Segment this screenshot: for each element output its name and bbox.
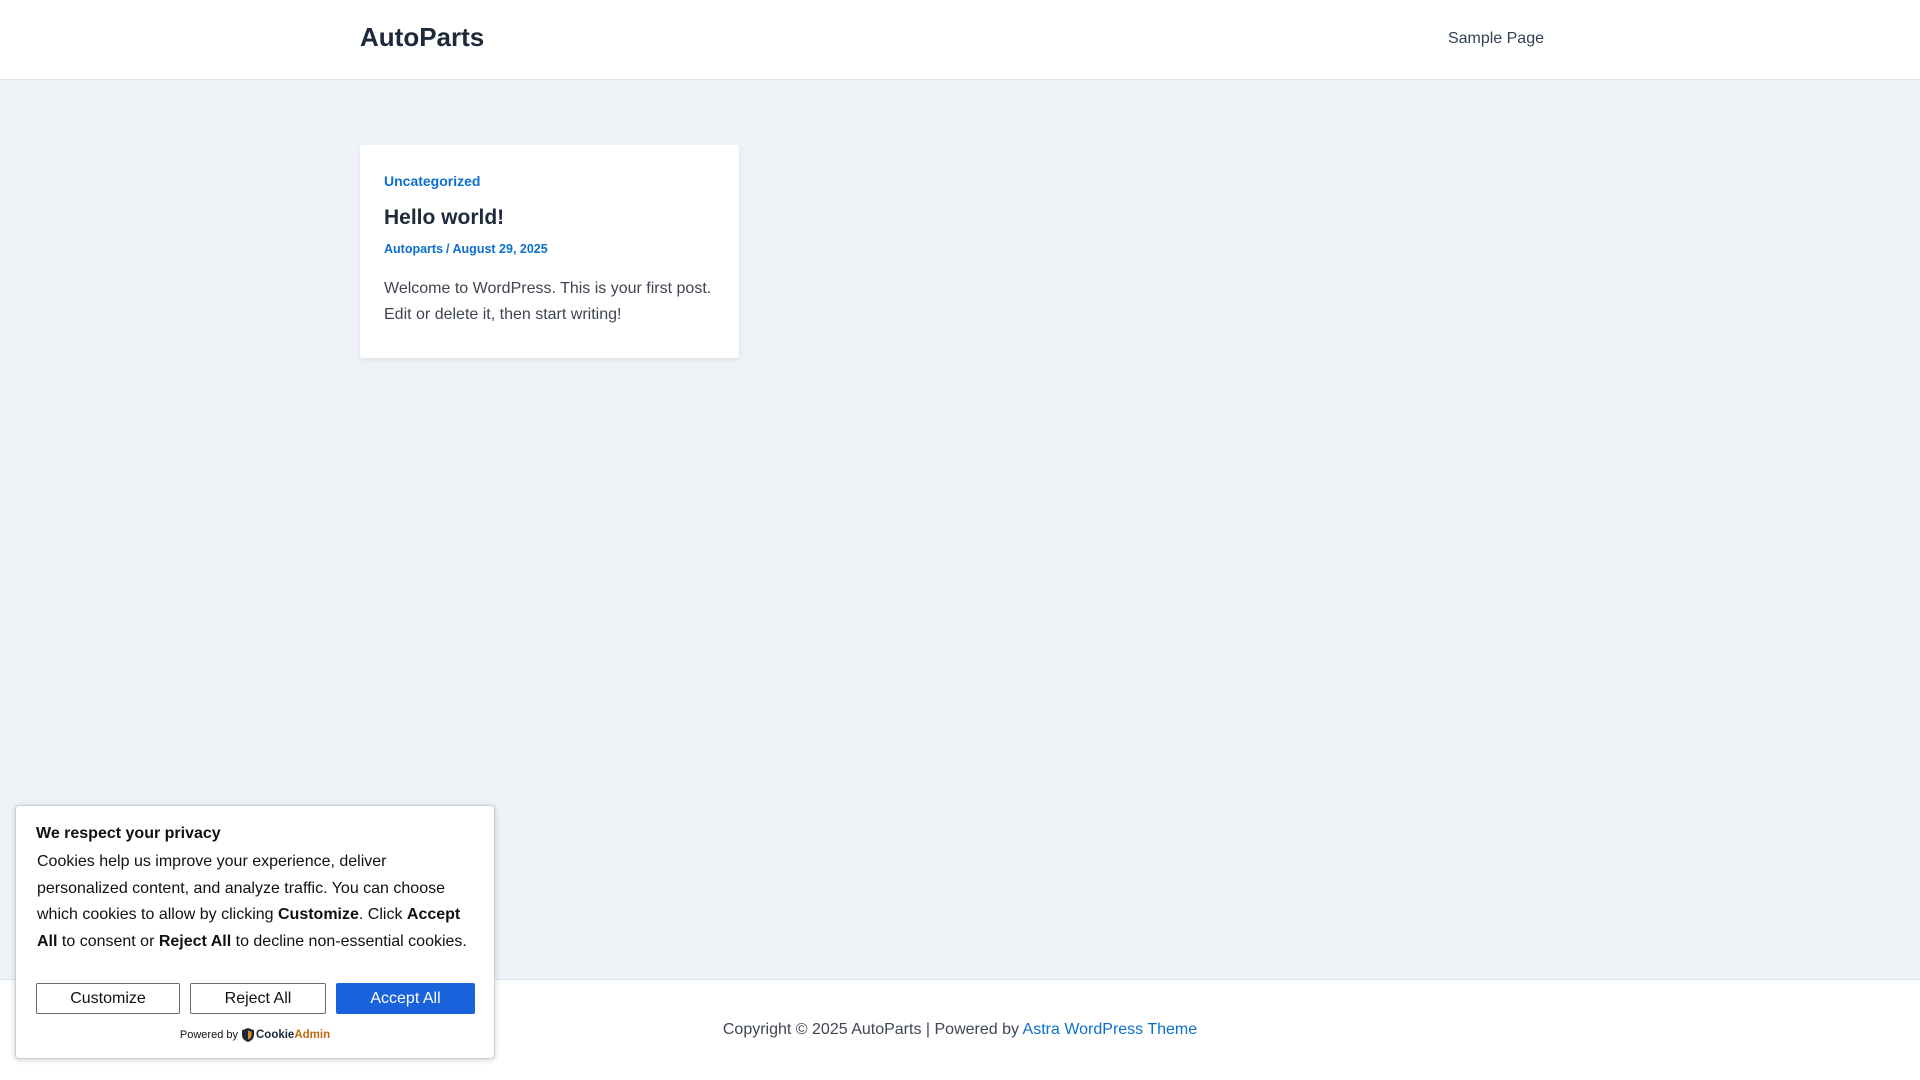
post-excerpt: Welcome to WordPress. This is your first… bbox=[384, 280, 712, 323]
cookie-consent-banner: We respect your privacy Cookies help us … bbox=[15, 805, 495, 1059]
cookie-banner-title: We respect your privacy bbox=[36, 825, 221, 842]
cookie-banner-description: Cookies help us improve your experience,… bbox=[37, 849, 477, 955]
cookie-text-4: to decline non-essential cookies. bbox=[231, 932, 467, 950]
site-header: AutoParts Sample Page bbox=[0, 0, 1920, 80]
cookie-text-customize: Customize bbox=[278, 906, 359, 923]
cookie-text-reject: Reject All bbox=[158, 932, 232, 950]
nav-item-sample-page[interactable]: Sample Page bbox=[1448, 30, 1544, 48]
reject-all-button[interactable]: Reject All bbox=[190, 983, 326, 1014]
copyright-text: Copyright © 2025 AutoParts | Powered by bbox=[722, 1021, 1023, 1038]
post-title-link[interactable]: Hello world! bbox=[384, 206, 715, 230]
cookie-text-2: . Click bbox=[358, 906, 407, 923]
brand-text-a: Cookie bbox=[255, 1029, 295, 1041]
cookieadmin-logo-text: CookieAdmin bbox=[256, 1029, 330, 1041]
powered-by-cookieadmin[interactable]: Powered by CookieAdmin bbox=[16, 1028, 494, 1042]
powered-by-label: Powered by bbox=[179, 1029, 238, 1041]
post-author-link[interactable]: Autoparts bbox=[384, 242, 443, 256]
post-date-link[interactable]: August 29, 2025 bbox=[453, 242, 548, 256]
post-card: Uncategorized Hello world! Autoparts / Aug… bbox=[360, 145, 739, 358]
shield-icon bbox=[241, 1028, 254, 1042]
site-title-link[interactable]: AutoParts bbox=[360, 22, 484, 53]
cookie-text-3: to consent or bbox=[57, 932, 159, 950]
customize-button[interactable]: Customize bbox=[36, 983, 180, 1014]
astra-theme-link[interactable]: Astra WordPress Theme bbox=[1023, 1021, 1198, 1038]
post-meta: Autoparts / August 29, 2025 bbox=[384, 242, 715, 256]
meta-separator: / bbox=[446, 242, 450, 256]
accept-all-button[interactable]: Accept All bbox=[336, 983, 475, 1014]
brand-text-b: Admin bbox=[294, 1029, 331, 1041]
post-category-link[interactable]: Uncategorized bbox=[384, 173, 715, 189]
